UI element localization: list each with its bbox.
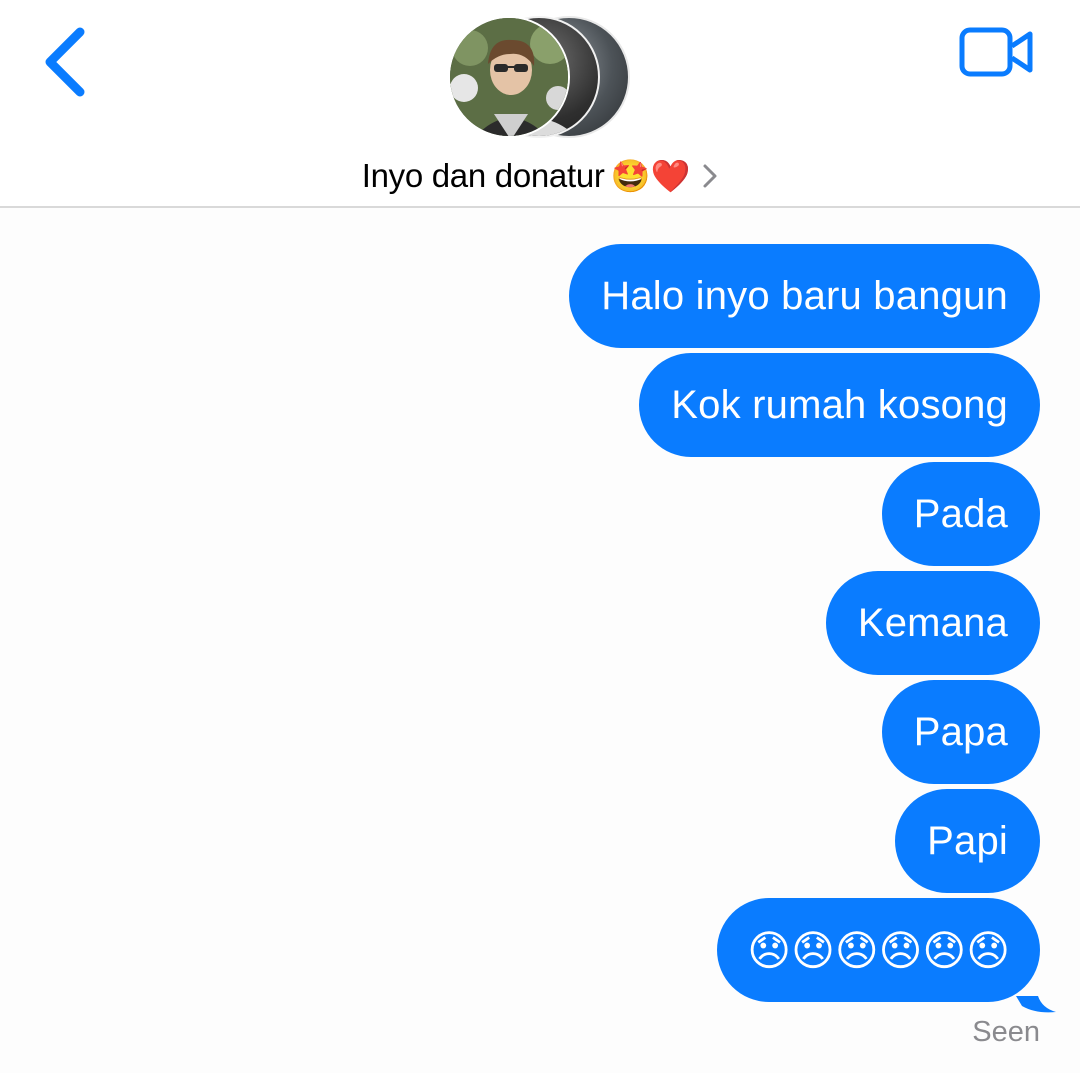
back-button[interactable]	[36, 24, 100, 100]
group-emojis: 🤩❤️	[610, 158, 691, 194]
message-bubble[interactable]: 😞😞😞😞😞😞	[717, 898, 1040, 1002]
bubble-tail	[1016, 996, 1056, 1013]
avatar	[448, 16, 570, 138]
chat-header: Inyo dan donatur 🤩❤️	[0, 0, 1080, 208]
video-camera-icon	[959, 27, 1033, 77]
message-bubble[interactable]: Pada	[881, 462, 1040, 566]
group-avatars[interactable]	[446, 16, 636, 140]
message-bubble[interactable]: Halo inyo baru bangun	[569, 244, 1040, 348]
message-bubble[interactable]: Papi	[895, 789, 1040, 893]
group-title[interactable]: Inyo dan donatur 🤩❤️	[0, 150, 1080, 202]
message-list[interactable]: Halo inyo baru bangun Kok rumah kosong P…	[0, 210, 1080, 1073]
chevron-right-icon	[703, 164, 717, 188]
group-name: Inyo dan donatur	[361, 157, 605, 194]
message-bubble[interactable]: Kok rumah kosong	[639, 353, 1040, 457]
message-bubble[interactable]: Papa	[881, 680, 1040, 784]
chevron-left-icon	[45, 27, 85, 97]
message-bubble[interactable]: Kemana	[825, 571, 1040, 675]
video-call-button[interactable]	[956, 22, 1036, 82]
seen-status: Seen	[972, 1016, 1040, 1048]
